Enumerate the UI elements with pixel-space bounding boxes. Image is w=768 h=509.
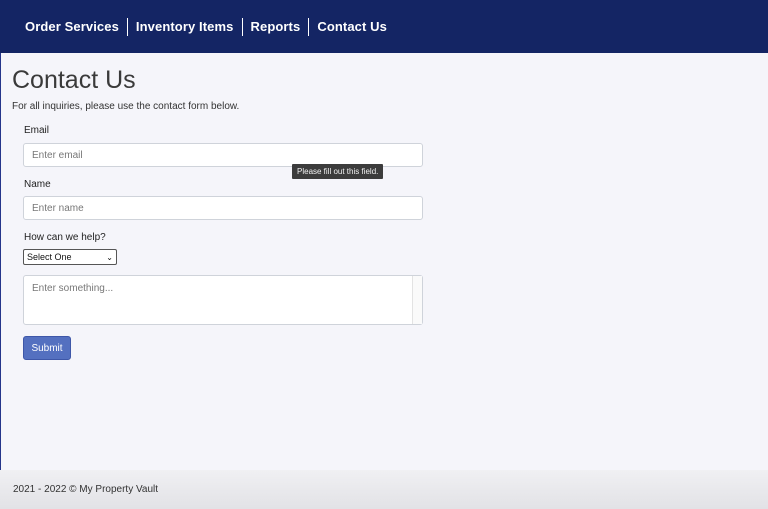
help-label: How can we help? bbox=[24, 232, 106, 243]
validation-tooltip: Please fill out this field. bbox=[292, 164, 384, 179]
top-navbar: Order Services Inventory Items Reports C… bbox=[0, 0, 768, 53]
name-field[interactable] bbox=[23, 196, 423, 220]
help-topic-select[interactable]: Select One ⌄ bbox=[23, 249, 117, 265]
nav-inventory-items[interactable]: Inventory Items bbox=[126, 17, 242, 36]
textarea-scrollbar[interactable] bbox=[412, 276, 422, 324]
nav-order-services[interactable]: Order Services bbox=[17, 18, 127, 36]
footer-copyright: 2021 - 2022 © My Property Vault bbox=[13, 484, 159, 495]
page-subtitle: For all inquiries, please use the contac… bbox=[12, 101, 240, 112]
name-label: Name bbox=[24, 179, 51, 190]
chevron-down-icon: ⌄ bbox=[106, 252, 113, 262]
message-textarea[interactable] bbox=[23, 275, 423, 325]
submit-button[interactable]: Submit bbox=[23, 336, 71, 360]
email-label: Email bbox=[24, 125, 50, 136]
left-edge-rule bbox=[0, 53, 1, 509]
nav-contact-us[interactable]: Contact Us bbox=[308, 17, 395, 36]
footer: 2021 - 2022 © My Property Vault bbox=[0, 470, 768, 509]
help-topic-selected: Select One bbox=[27, 252, 72, 262]
page-title: Contact Us bbox=[12, 66, 136, 94]
nav-reports[interactable]: Reports bbox=[241, 17, 309, 36]
